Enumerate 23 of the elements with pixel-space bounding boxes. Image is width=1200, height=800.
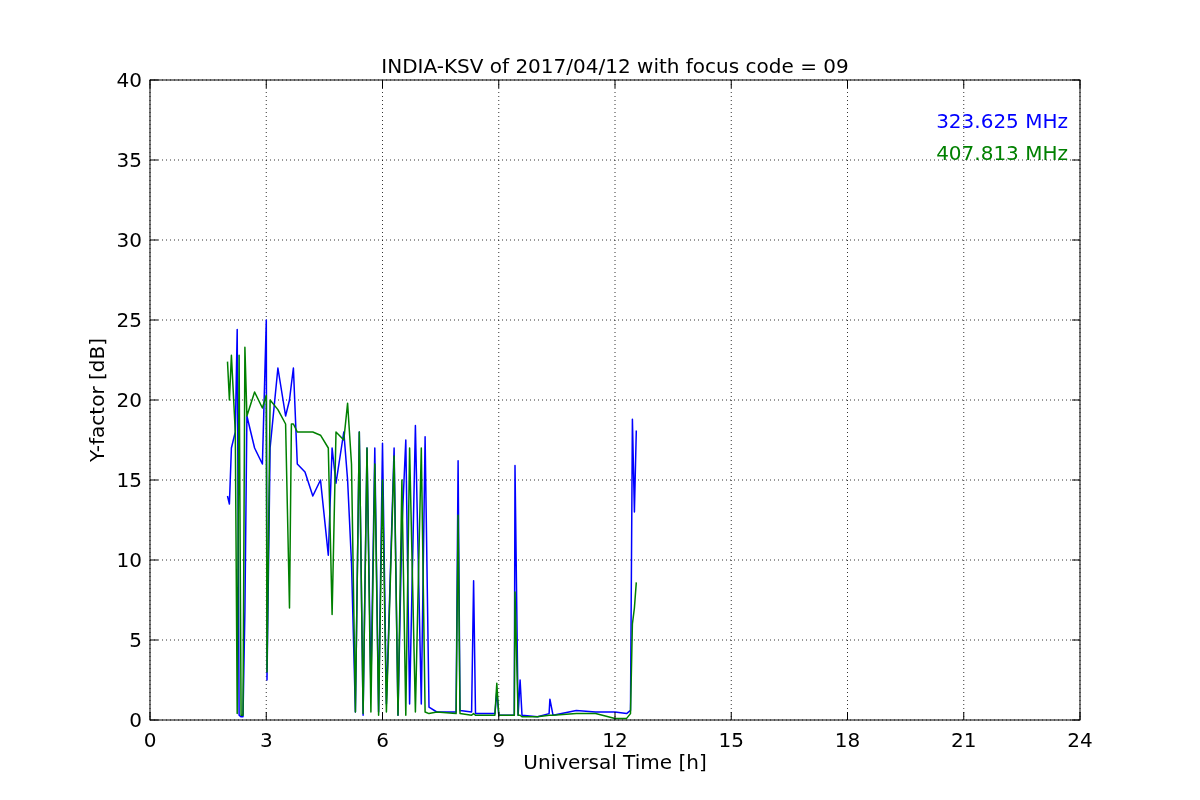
tick-label: 0 xyxy=(143,728,157,752)
tick-label: 21 xyxy=(951,728,977,752)
tick-label: 0 xyxy=(129,708,142,732)
tick-label: 10 xyxy=(116,548,142,572)
y-axis-label: Y-factor [dB] xyxy=(85,338,109,462)
tick-label: 24 xyxy=(1067,728,1093,752)
tick-label: 18 xyxy=(834,728,861,752)
tick-label: 5 xyxy=(129,628,142,652)
chart-title: INDIA-KSV of 2017/04/12 with focus code = 09 xyxy=(381,54,849,78)
x-axis-label: Universal Time [h] xyxy=(523,750,707,774)
tick-label: 25 xyxy=(116,308,142,332)
tick-label: 9 xyxy=(492,728,506,752)
tick-label: 30 xyxy=(116,228,142,252)
tick-label: 40 xyxy=(116,68,142,92)
tick-label: 20 xyxy=(116,388,142,412)
tick-label: 15 xyxy=(116,468,142,492)
tick-label: 12 xyxy=(602,728,628,752)
tick-label: 3 xyxy=(259,728,273,752)
legend-label: 407.813 MHz xyxy=(936,141,1068,165)
tick-label: 35 xyxy=(116,148,142,172)
tick-label: 6 xyxy=(376,728,389,752)
tick-label: 15 xyxy=(718,728,744,752)
legend-label: 323.625 MHz xyxy=(936,109,1068,133)
